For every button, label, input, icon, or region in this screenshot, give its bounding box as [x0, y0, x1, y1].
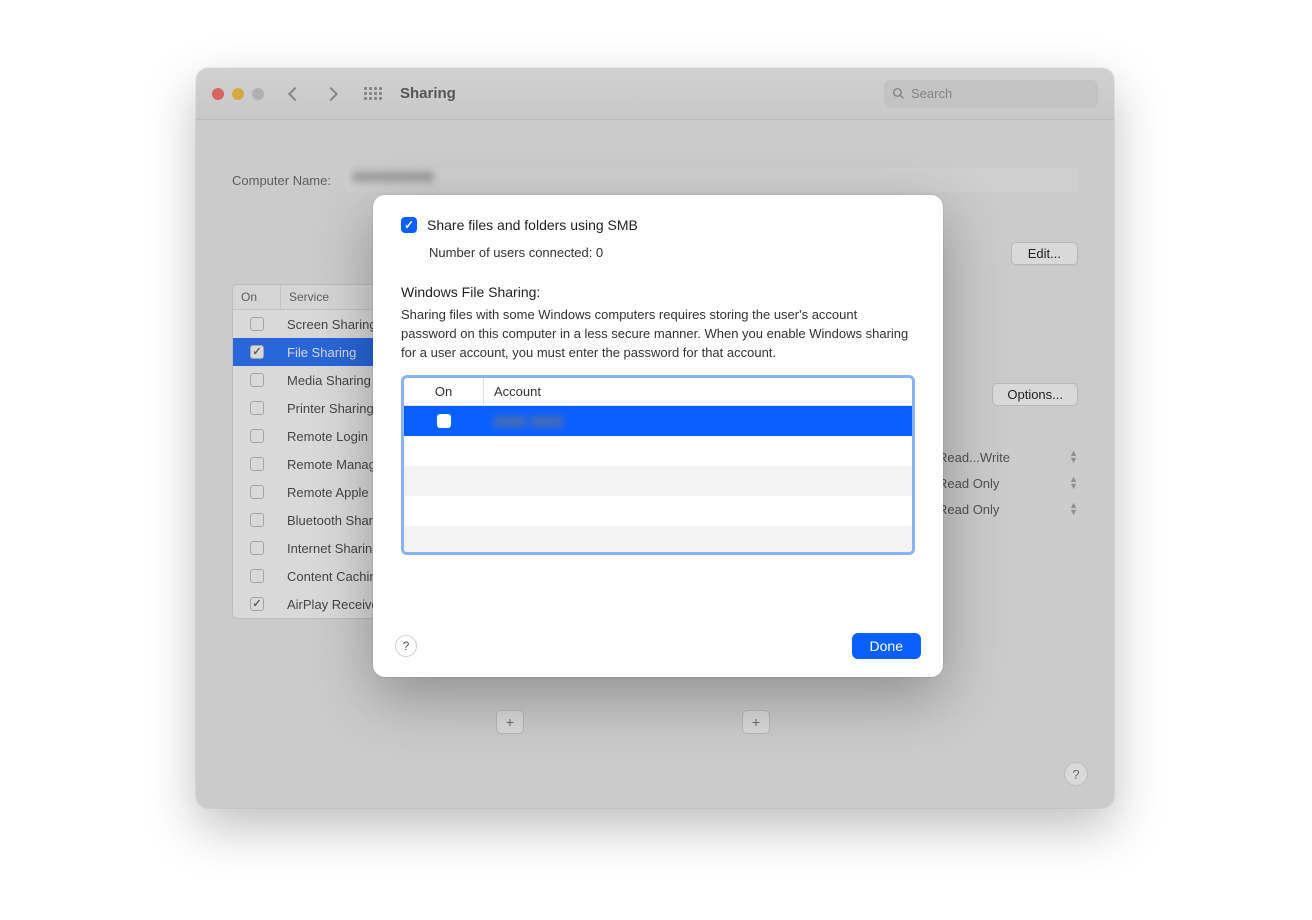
permission-selector[interactable]: Read Only▲▼	[938, 470, 1078, 496]
permission-selector[interactable]: Read Only▲▼	[938, 496, 1078, 522]
account-table-header: On Account	[404, 378, 912, 406]
service-checkbox[interactable]	[250, 317, 264, 331]
help-button[interactable]: ?	[395, 635, 417, 657]
service-row[interactable]: Content Caching	[233, 562, 396, 590]
show-all-button[interactable]	[364, 87, 382, 101]
windows-file-sharing-heading: Windows File Sharing:	[401, 284, 915, 300]
chevron-left-icon	[288, 86, 302, 100]
zoom-window-button[interactable]	[252, 88, 264, 100]
service-table-header: On Service	[233, 285, 396, 310]
computer-name-value: ▮▮▮▮▮▮▮▮▮▮	[345, 168, 435, 183]
service-row[interactable]: Bluetooth Sharing	[233, 506, 396, 534]
permission-label: Read Only	[938, 476, 1069, 491]
service-checkbox[interactable]	[250, 485, 264, 499]
traffic-lights	[212, 88, 264, 100]
help-button[interactable]: ?	[1064, 762, 1088, 786]
account-name: ▮▮▮▮ ▮▮▮▮	[484, 413, 564, 429]
forward-button[interactable]	[326, 89, 336, 99]
search-icon	[892, 87, 905, 100]
account-row-empty	[404, 436, 912, 466]
service-checkbox[interactable]	[250, 457, 264, 471]
windows-file-sharing-text: Sharing files with some Windows computer…	[401, 306, 915, 363]
col-header-on: On	[404, 378, 484, 405]
options-button[interactable]: Options...	[992, 383, 1078, 406]
service-row[interactable]: AirPlay Receiver	[233, 590, 396, 618]
service-row[interactable]: Printer Sharing	[233, 394, 396, 422]
service-row[interactable]: Remote Apple Events	[233, 478, 396, 506]
search-placeholder: Search	[911, 86, 952, 101]
service-checkbox[interactable]	[250, 541, 264, 555]
account-checkbox[interactable]	[437, 414, 451, 428]
account-row-empty	[404, 466, 912, 496]
col-header-service: Service	[281, 285, 337, 309]
service-row[interactable]: Remote Login	[233, 422, 396, 450]
account-row-empty	[404, 526, 912, 555]
permission-selector[interactable]: Read...Write▲▼	[938, 444, 1078, 470]
account-table-body: ▮▮▮▮ ▮▮▮▮	[404, 406, 912, 555]
permission-label: Read...Write	[938, 450, 1069, 465]
col-header-account: Account	[484, 378, 551, 405]
add-folder-button[interactable]: +	[496, 710, 524, 734]
service-row[interactable]: File Sharing	[233, 338, 396, 366]
smb-checkbox-row: Share files and folders using SMB	[401, 217, 915, 233]
service-checkbox[interactable]	[250, 345, 264, 359]
minimize-window-button[interactable]	[232, 88, 244, 100]
users-connected-text: Number of users connected: 0	[429, 245, 915, 260]
smb-checkbox-label: Share files and folders using SMB	[427, 217, 638, 233]
service-row[interactable]: Screen Sharing	[233, 310, 396, 338]
done-button[interactable]: Done	[852, 633, 921, 659]
window-title: Sharing	[400, 85, 456, 102]
service-checkbox[interactable]	[250, 373, 264, 387]
service-checkbox[interactable]	[250, 513, 264, 527]
account-row-empty	[404, 496, 912, 526]
chevron-right-icon	[324, 86, 338, 100]
back-button[interactable]	[290, 89, 300, 99]
computer-name-field[interactable]: ▮▮▮▮▮▮▮▮▮▮	[345, 168, 1078, 192]
col-header-on: On	[233, 285, 281, 309]
search-input[interactable]: Search	[884, 80, 1098, 108]
smb-options-dialog: Share files and folders using SMB Number…	[373, 195, 943, 677]
service-row[interactable]: Media Sharing	[233, 366, 396, 394]
service-checkbox[interactable]	[250, 429, 264, 443]
titlebar: Sharing Search	[196, 68, 1114, 120]
computer-name-label: Computer Name:	[232, 173, 331, 188]
nav-buttons	[290, 89, 336, 99]
service-checkbox[interactable]	[250, 597, 264, 611]
service-checkbox[interactable]	[250, 569, 264, 583]
permission-label: Read Only	[938, 502, 1069, 517]
account-table: On Account ▮▮▮▮ ▮▮▮▮	[401, 375, 915, 555]
permissions-list: Read...Write▲▼Read Only▲▼Read Only▲▼	[938, 444, 1078, 522]
service-row[interactable]: Internet Sharing	[233, 534, 396, 562]
close-window-button[interactable]	[212, 88, 224, 100]
stepper-icon: ▲▼	[1069, 502, 1078, 516]
smb-checkbox[interactable]	[401, 217, 417, 233]
service-checkbox[interactable]	[250, 401, 264, 415]
stepper-icon: ▲▼	[1069, 476, 1078, 490]
account-row[interactable]: ▮▮▮▮ ▮▮▮▮	[404, 406, 912, 436]
modal-footer: ? Done	[395, 633, 921, 659]
add-user-button[interactable]: +	[742, 710, 770, 734]
stepper-icon: ▲▼	[1069, 450, 1078, 464]
edit-button[interactable]: Edit...	[1011, 242, 1078, 265]
footer-buttons: + +	[496, 710, 770, 734]
service-row[interactable]: Remote Management	[233, 450, 396, 478]
computer-name-row: Computer Name: ▮▮▮▮▮▮▮▮▮▮	[232, 168, 1078, 192]
